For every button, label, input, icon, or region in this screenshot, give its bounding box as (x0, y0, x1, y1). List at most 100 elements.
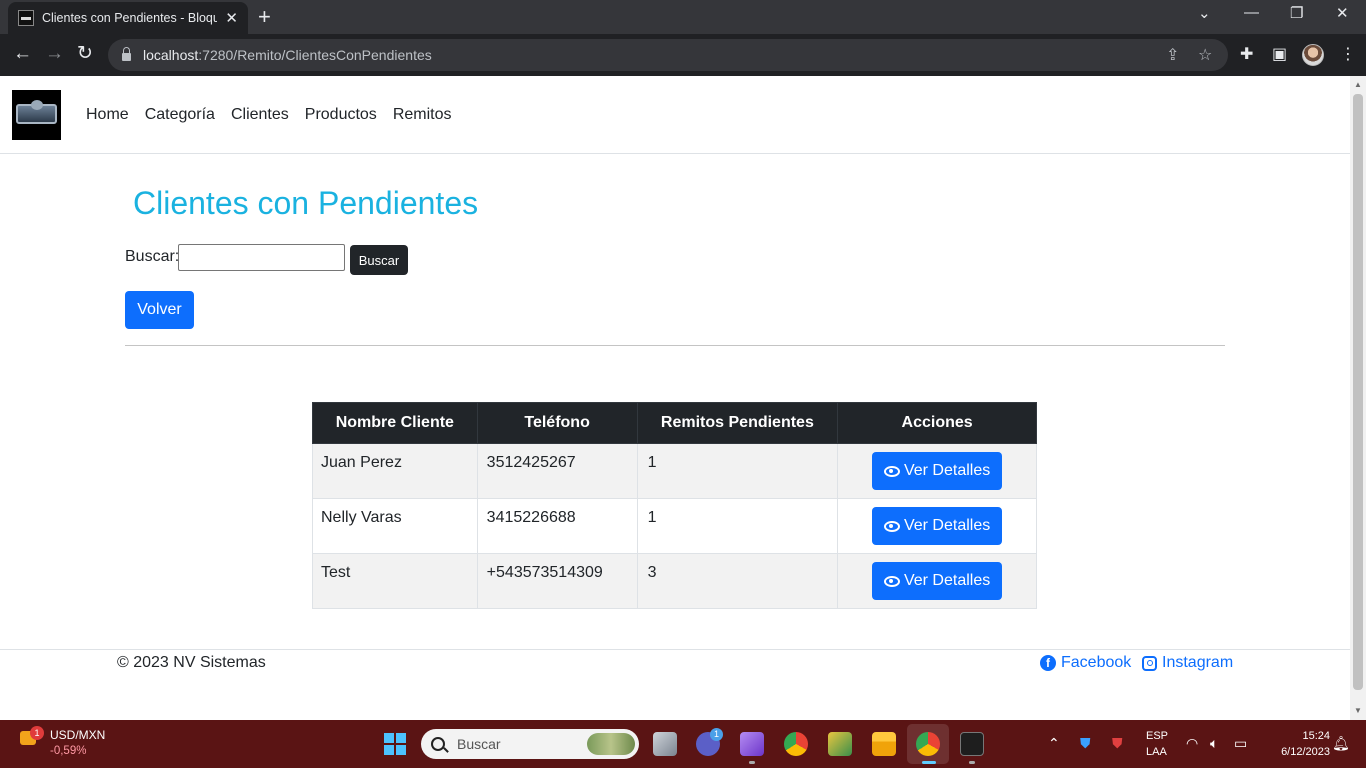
clock-time[interactable]: 15:24 (1286, 730, 1330, 742)
cell-pending-count: 1 (636, 498, 839, 554)
nav-link-remitos[interactable]: Remitos (393, 105, 452, 125)
cell-actions: Ver Detalles (837, 553, 1037, 609)
profile-avatar[interactable] (1302, 44, 1324, 66)
visual-studio-icon[interactable] (740, 732, 764, 756)
volume-icon[interactable]: 🔈︎ (1210, 735, 1218, 752)
restore-icon[interactable]: ❐ (1290, 4, 1303, 22)
cell-phone: 3415226688 (476, 498, 638, 554)
search-button[interactable]: Buscar (350, 245, 408, 275)
cell-phone: +543573514309 (476, 553, 638, 609)
chrome-icon[interactable] (784, 732, 808, 756)
wifi-icon[interactable]: ◠ (1186, 735, 1198, 752)
cell-client-name: Nelly Varas (312, 498, 478, 554)
notification-bell-icon[interactable]: 🔔︎ (1332, 735, 1350, 752)
scroll-down-icon[interactable]: ▼ (1354, 706, 1362, 715)
menu-icon[interactable]: ⋮ (1340, 44, 1356, 64)
cell-pending-count: 3 (636, 553, 839, 609)
share-icon[interactable]: ⇪ (1166, 45, 1179, 65)
taskbar-search[interactable]: Buscar (421, 729, 639, 759)
antivirus-shield-icon[interactable]: ⛊ (1112, 735, 1123, 752)
column-header-phone: Teléfono (476, 402, 638, 444)
tab-search-icon[interactable]: ⌄ (1198, 4, 1211, 22)
widgets-icon[interactable]: 1 (18, 726, 44, 750)
browser-tab[interactable]: Clientes con Pendientes - Bloque ✕ (8, 2, 248, 34)
page-content: Home Categoría Clientes Productos Remito… (0, 76, 1350, 720)
table-row: Nelly Varas 3415226688 1 Ver Detalles (312, 498, 1037, 554)
scroll-up-icon[interactable]: ▲ (1354, 80, 1362, 89)
cell-actions: Ver Detalles (837, 443, 1037, 499)
back-icon[interactable]: ← (13, 43, 32, 65)
search-input[interactable] (178, 244, 345, 271)
terminal-icon[interactable] (960, 732, 984, 756)
app-running-indicator (749, 761, 755, 764)
view-details-label: Ver Detalles (903, 572, 991, 589)
cell-phone: 3512425267 (476, 443, 638, 499)
site-logo[interactable] (12, 90, 61, 140)
table-row: Test +543573514309 3 Ver Detalles (312, 553, 1037, 609)
file-explorer-icon[interactable] (872, 732, 896, 756)
view-details-label: Ver Detalles (903, 462, 991, 479)
language-code[interactable]: ESP (1146, 730, 1168, 742)
battery-icon[interactable]: ▭ (1234, 735, 1247, 752)
facebook-label: Facebook (1061, 654, 1132, 671)
eye-icon (883, 520, 900, 532)
minimize-icon[interactable]: — (1244, 4, 1259, 21)
table-row: Juan Perez 3512425267 1 Ver Detalles (312, 443, 1037, 499)
nav-link-home[interactable]: Home (86, 105, 129, 125)
tab-strip: Clientes con Pendientes - Bloque ✕ + ⌄ —… (0, 0, 1366, 34)
column-header-actions: Acciones (837, 402, 1037, 444)
browser-toolbar: ← → ↻ localhost:7280/Remito/ClientesConP… (0, 34, 1366, 76)
footer-copyright: © 2023 NV Sistemas (117, 654, 266, 671)
forward-icon[interactable]: → (45, 43, 64, 65)
clock-date[interactable]: 6/12/2023 (1262, 746, 1330, 758)
active-app-indicator (922, 761, 936, 764)
side-panel-icon[interactable]: ▣ (1272, 44, 1287, 64)
start-windows-icon[interactable] (384, 733, 406, 755)
chevron-up-icon[interactable]: ⌃ (1048, 735, 1060, 752)
view-details-button[interactable]: Ver Detalles (871, 562, 1003, 600)
eye-icon (883, 575, 900, 587)
view-details-button[interactable]: Ver Detalles (871, 452, 1003, 490)
facebook-link[interactable]: f Facebook (1040, 654, 1131, 672)
reload-icon[interactable]: ↻ (77, 43, 93, 65)
favicon-icon (18, 10, 34, 26)
cell-client-name: Test (312, 553, 478, 609)
scroll-thumb[interactable] (1353, 94, 1363, 690)
taskbar-search-placeholder: Buscar (457, 736, 501, 752)
nav-links: Home Categoría Clientes Productos Remito… (86, 105, 452, 125)
bookmark-star-icon[interactable]: ☆ (1198, 45, 1212, 65)
chrome-active-icon[interactable] (916, 732, 940, 756)
widgets-badge: 1 (30, 726, 44, 740)
table-header-row: Nombre Cliente Teléfono Remitos Pendient… (312, 402, 1037, 444)
extensions-icon[interactable]: ✚ (1240, 44, 1253, 64)
view-details-button[interactable]: Ver Detalles (871, 507, 1003, 545)
divider (125, 345, 1225, 346)
nav-link-clientes[interactable]: Clientes (231, 105, 289, 125)
url-text: localhost:7280/Remito/ClientesConPendien… (143, 47, 432, 63)
stock-name[interactable]: USD/MXN (50, 728, 105, 742)
keyboard-layout[interactable]: LAA (1146, 746, 1167, 758)
instagram-link[interactable]: Instagram (1142, 654, 1233, 672)
close-window-icon[interactable]: ✕ (1336, 4, 1349, 22)
logo-emblem-icon (31, 100, 43, 110)
cell-actions: Ver Detalles (837, 498, 1037, 554)
instagram-icon (1142, 655, 1157, 671)
facebook-icon: f (1040, 655, 1056, 671)
view-details-label: Ver Detalles (903, 517, 991, 534)
search-icon (431, 737, 445, 751)
site-navbar: Home Categoría Clientes Productos Remito… (0, 76, 1350, 154)
new-tab-icon[interactable]: + (258, 4, 271, 30)
lock-icon (122, 47, 131, 61)
address-bar[interactable]: localhost:7280/Remito/ClientesConPendien… (108, 39, 1228, 71)
nav-link-categoria[interactable]: Categoría (145, 105, 215, 125)
snipping-tool-icon[interactable] (828, 732, 852, 756)
tab-title: Clientes con Pendientes - Bloque (41, 11, 218, 25)
page-scrollbar[interactable]: ▲ ▼ (1350, 76, 1366, 720)
windows-taskbar: 1 USD/MXN -0,59% Buscar 1 ⌃ ⛊ ⛊ ESP LAA … (0, 720, 1366, 768)
app-running-indicator (969, 761, 975, 764)
nav-link-productos[interactable]: Productos (305, 105, 377, 125)
close-tab-icon[interactable]: ✕ (225, 9, 238, 27)
task-view-icon[interactable] (653, 732, 677, 756)
back-button[interactable]: Volver (125, 291, 194, 329)
security-shield-icon[interactable]: ⛊ (1080, 735, 1091, 752)
